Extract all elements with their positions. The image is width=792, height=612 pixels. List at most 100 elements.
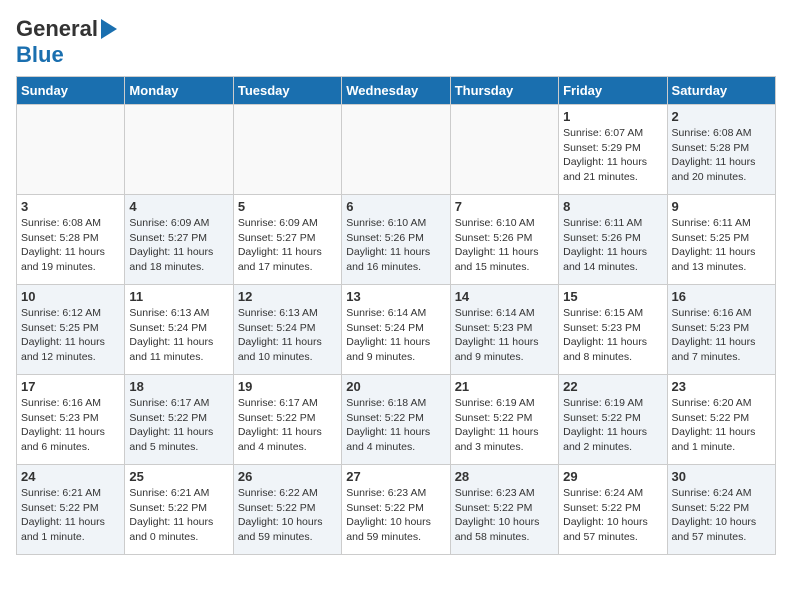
logo: General Blue [16,16,117,68]
day-number: 19 [238,379,337,394]
day-number: 2 [672,109,771,124]
day-info: Sunrise: 6:07 AMSunset: 5:29 PMDaylight:… [563,126,662,185]
day-number: 27 [346,469,445,484]
calendar-cell: 26 Sunrise: 6:22 AMSunset: 5:22 PMDayligh… [233,465,341,555]
weekday-header-saturday: Saturday [667,77,775,105]
page-header: General Blue [16,16,776,68]
day-info: Sunrise: 6:09 AMSunset: 5:27 PMDaylight:… [238,216,337,275]
week-row-2: 3 Sunrise: 6:08 AMSunset: 5:28 PMDaylight… [17,195,776,285]
calendar-cell: 30 Sunrise: 6:24 AMSunset: 5:22 PMDayligh… [667,465,775,555]
day-number: 8 [563,199,662,214]
day-number: 11 [129,289,228,304]
calendar-cell: 5 Sunrise: 6:09 AMSunset: 5:27 PMDaylight… [233,195,341,285]
day-number: 4 [129,199,228,214]
day-number: 13 [346,289,445,304]
calendar-cell: 23Sunrise: 6:20 AMSunset: 5:22 PMDayligh… [667,375,775,465]
calendar-cell [342,105,450,195]
calendar-cell [450,105,558,195]
day-number: 24 [21,469,120,484]
calendar-cell: 18 Sunrise: 6:17 AMSunset: 5:22 PMDayligh… [125,375,233,465]
calendar-cell: 19Sunrise: 6:17 AMSunset: 5:22 PMDayligh… [233,375,341,465]
day-info: Sunrise: 6:08 AMSunset: 5:28 PMDaylight:… [21,216,120,275]
logo-blue: Blue [16,42,64,67]
weekday-header-thursday: Thursday [450,77,558,105]
calendar-cell: 3 Sunrise: 6:08 AMSunset: 5:28 PMDaylight… [17,195,125,285]
week-row-3: 10 Sunrise: 6:12 AMSunset: 5:25 PMDayligh… [17,285,776,375]
day-info: Sunrise: 6:11 AMSunset: 5:26 PMDaylight:… [563,216,662,275]
day-number: 20 [346,379,445,394]
weekday-header-friday: Friday [559,77,667,105]
weekday-header-wednesday: Wednesday [342,77,450,105]
calendar-cell [17,105,125,195]
day-info: Sunrise: 6:19 AMSunset: 5:22 PMDaylight:… [563,396,662,455]
day-number: 16 [672,289,771,304]
calendar-cell: 29Sunrise: 6:24 AMSunset: 5:22 PMDayligh… [559,465,667,555]
calendar-cell: 8 Sunrise: 6:11 AMSunset: 5:26 PMDaylight… [559,195,667,285]
calendar-cell: 11 Sunrise: 6:13 AMSunset: 5:24 PMDayligh… [125,285,233,375]
day-number: 3 [21,199,120,214]
calendar-cell: 17 Sunrise: 6:16 AMSunset: 5:23 PMDayligh… [17,375,125,465]
day-number: 12 [238,289,337,304]
day-number: 29 [563,469,662,484]
day-info: Sunrise: 6:10 AMSunset: 5:26 PMDaylight:… [455,216,554,275]
calendar-cell [233,105,341,195]
day-info: Sunrise: 6:17 AMSunset: 5:22 PMDaylight:… [129,396,228,455]
day-number: 14 [455,289,554,304]
day-number: 7 [455,199,554,214]
day-number: 28 [455,469,554,484]
day-info: Sunrise: 6:23 AMSunset: 5:22 PMDaylight:… [346,486,445,545]
calendar-cell: 21 Sunrise: 6:19 AMSunset: 5:22 PMDayligh… [450,375,558,465]
day-info: Sunrise: 6:10 AMSunset: 5:26 PMDaylight:… [346,216,445,275]
day-number: 22 [563,379,662,394]
week-row-1: 1 Sunrise: 6:07 AMSunset: 5:29 PMDaylight… [17,105,776,195]
week-row-5: 24 Sunrise: 6:21 AMSunset: 5:22 PMDayligh… [17,465,776,555]
day-number: 26 [238,469,337,484]
day-info: Sunrise: 6:13 AMSunset: 5:24 PMDaylight:… [129,306,228,365]
day-info: Sunrise: 6:23 AMSunset: 5:22 PMDaylight:… [455,486,554,545]
day-number: 18 [129,379,228,394]
day-info: Sunrise: 6:14 AMSunset: 5:23 PMDaylight:… [455,306,554,365]
day-number: 6 [346,199,445,214]
calendar-cell: 20 Sunrise: 6:18 AMSunset: 5:22 PMDayligh… [342,375,450,465]
day-number: 30 [672,469,771,484]
calendar-cell: 24 Sunrise: 6:21 AMSunset: 5:22 PMDayligh… [17,465,125,555]
calendar-cell: 22 Sunrise: 6:19 AMSunset: 5:22 PMDayligh… [559,375,667,465]
day-info: Sunrise: 6:21 AMSunset: 5:22 PMDaylight:… [21,486,120,545]
day-info: Sunrise: 6:08 AMSunset: 5:28 PMDaylight:… [672,126,771,185]
calendar-cell: 27 Sunrise: 6:23 AMSunset: 5:22 PMDayligh… [342,465,450,555]
logo-arrow-icon [101,19,117,39]
weekday-header-row: SundayMondayTuesdayWednesdayThursdayFrid… [17,77,776,105]
calendar-cell: 7 Sunrise: 6:10 AMSunset: 5:26 PMDaylight… [450,195,558,285]
weekday-header-monday: Monday [125,77,233,105]
day-info: Sunrise: 6:22 AMSunset: 5:22 PMDaylight:… [238,486,337,545]
day-info: Sunrise: 6:24 AMSunset: 5:22 PMDaylight:… [672,486,771,545]
calendar-cell: 13 Sunrise: 6:14 AMSunset: 5:24 PMDayligh… [342,285,450,375]
day-info: Sunrise: 6:16 AMSunset: 5:23 PMDaylight:… [21,396,120,455]
calendar-cell: 28 Sunrise: 6:23 AMSunset: 5:22 PMDayligh… [450,465,558,555]
day-info: Sunrise: 6:18 AMSunset: 5:22 PMDaylight:… [346,396,445,455]
day-info: Sunrise: 6:16 AMSunset: 5:23 PMDaylight:… [672,306,771,365]
day-info: Sunrise: 6:13 AMSunset: 5:24 PMDaylight:… [238,306,337,365]
day-info: Sunrise: 6:15 AMSunset: 5:23 PMDaylight:… [563,306,662,365]
day-number: 10 [21,289,120,304]
day-number: 25 [129,469,228,484]
day-number: 1 [563,109,662,124]
day-number: 17 [21,379,120,394]
day-info: Sunrise: 6:11 AMSunset: 5:25 PMDaylight:… [672,216,771,275]
calendar-cell: 9 Sunrise: 6:11 AMSunset: 5:25 PMDaylight… [667,195,775,285]
day-number: 21 [455,379,554,394]
day-info: Sunrise: 6:12 AMSunset: 5:25 PMDaylight:… [21,306,120,365]
day-number: 9 [672,199,771,214]
calendar-cell: 1 Sunrise: 6:07 AMSunset: 5:29 PMDaylight… [559,105,667,195]
day-info: Sunrise: 6:20 AMSunset: 5:22 PMDaylight:… [672,396,771,455]
calendar-cell: 10 Sunrise: 6:12 AMSunset: 5:25 PMDayligh… [17,285,125,375]
day-info: Sunrise: 6:19 AMSunset: 5:22 PMDaylight:… [455,396,554,455]
day-info: Sunrise: 6:14 AMSunset: 5:24 PMDaylight:… [346,306,445,365]
day-info: Sunrise: 6:09 AMSunset: 5:27 PMDaylight:… [129,216,228,275]
calendar-cell: 4 Sunrise: 6:09 AMSunset: 5:27 PMDaylight… [125,195,233,285]
calendar-cell: 14 Sunrise: 6:14 AMSunset: 5:23 PMDayligh… [450,285,558,375]
calendar-cell: 15Sunrise: 6:15 AMSunset: 5:23 PMDayligh… [559,285,667,375]
day-number: 5 [238,199,337,214]
calendar-body: 1 Sunrise: 6:07 AMSunset: 5:29 PMDaylight… [17,105,776,555]
weekday-header-sunday: Sunday [17,77,125,105]
